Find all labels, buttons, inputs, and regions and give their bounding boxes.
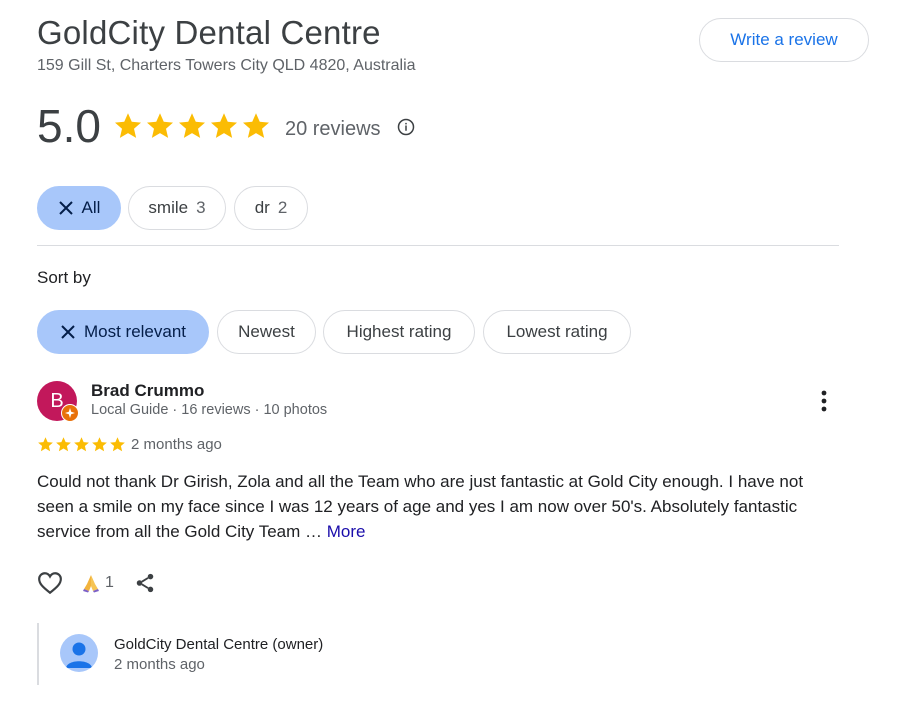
more-link[interactable]: More	[327, 522, 366, 541]
close-icon	[61, 325, 75, 339]
filter-chip-label: dr	[254, 198, 270, 217]
sort-chip-label: Most relevant	[83, 322, 187, 341]
rating-stars	[113, 111, 271, 141]
filter-chip-count: 2	[277, 198, 288, 217]
business-address: 159 Gill St, Charters Towers City QLD 48…	[37, 57, 416, 74]
sort-chip-most-relevant[interactable]: Most relevant	[37, 310, 209, 354]
filter-chip-count: 3	[196, 198, 206, 217]
write-review-button[interactable]: Write a review	[699, 18, 869, 62]
reaction-count: 1	[105, 574, 114, 591]
heart-icon[interactable]	[37, 570, 63, 596]
star-icon	[56, 437, 71, 452]
sort-chip-label: Newest	[238, 322, 295, 341]
more-options-icon[interactable]	[813, 388, 835, 414]
filter-chip-dr[interactable]: dr 2	[234, 186, 308, 230]
owner-avatar	[60, 634, 98, 672]
sort-chip-label: Highest rating	[346, 322, 452, 341]
close-icon	[58, 201, 73, 215]
share-icon[interactable]	[134, 572, 156, 594]
star-icon	[114, 113, 141, 138]
folded-hands-icon	[83, 575, 99, 593]
local-guide-badge-icon	[61, 404, 79, 422]
filter-chip-all[interactable]: All	[37, 186, 121, 230]
star-icon	[210, 113, 237, 138]
info-icon[interactable]	[397, 118, 415, 136]
thanks-reaction[interactable]: 1	[81, 573, 114, 593]
sort-chip-label: Lowest rating	[506, 322, 608, 341]
review-text: Could not thank Dr Girish, Zola and all …	[37, 469, 837, 544]
reviews-count: 20 reviews	[284, 117, 381, 140]
owner-response-bar	[37, 623, 39, 685]
star-icon	[146, 113, 173, 138]
star-icon	[242, 113, 269, 138]
sort-chip-lowest-rating[interactable]: Lowest rating	[483, 310, 631, 354]
filter-chip-smile[interactable]: smile 3	[128, 186, 226, 230]
sort-label: Sort by	[37, 268, 91, 287]
review-body: Could not thank Dr Girish, Zola and all …	[37, 472, 804, 541]
review-stars	[37, 436, 126, 453]
review-actions: 1	[37, 570, 156, 596]
reviewer-name[interactable]: Brad Crummo	[91, 381, 204, 401]
reviewer-meta: Local Guide · 16 reviews · 10 photos	[91, 402, 328, 418]
sort-chip-highest-rating[interactable]: Highest rating	[323, 310, 475, 354]
star-icon	[92, 437, 107, 452]
business-name: GoldCity Dental Centre	[37, 14, 381, 51]
star-icon	[38, 437, 53, 452]
filter-chip-label: All	[81, 198, 101, 217]
sort-chip-newest[interactable]: Newest	[217, 310, 316, 354]
divider	[37, 245, 839, 246]
person-icon	[66, 642, 92, 668]
rating-summary: 5.0 20 reviews	[37, 100, 415, 152]
owner-response-date: 2 months ago	[114, 656, 205, 673]
review-date: 2 months ago	[131, 436, 222, 453]
star-icon	[74, 437, 89, 452]
filter-chip-label: smile	[148, 198, 189, 217]
owner-name: GoldCity Dental Centre (owner)	[114, 636, 324, 653]
star-icon	[178, 113, 205, 138]
star-icon	[110, 437, 125, 452]
rating-value: 5.0	[37, 100, 101, 152]
